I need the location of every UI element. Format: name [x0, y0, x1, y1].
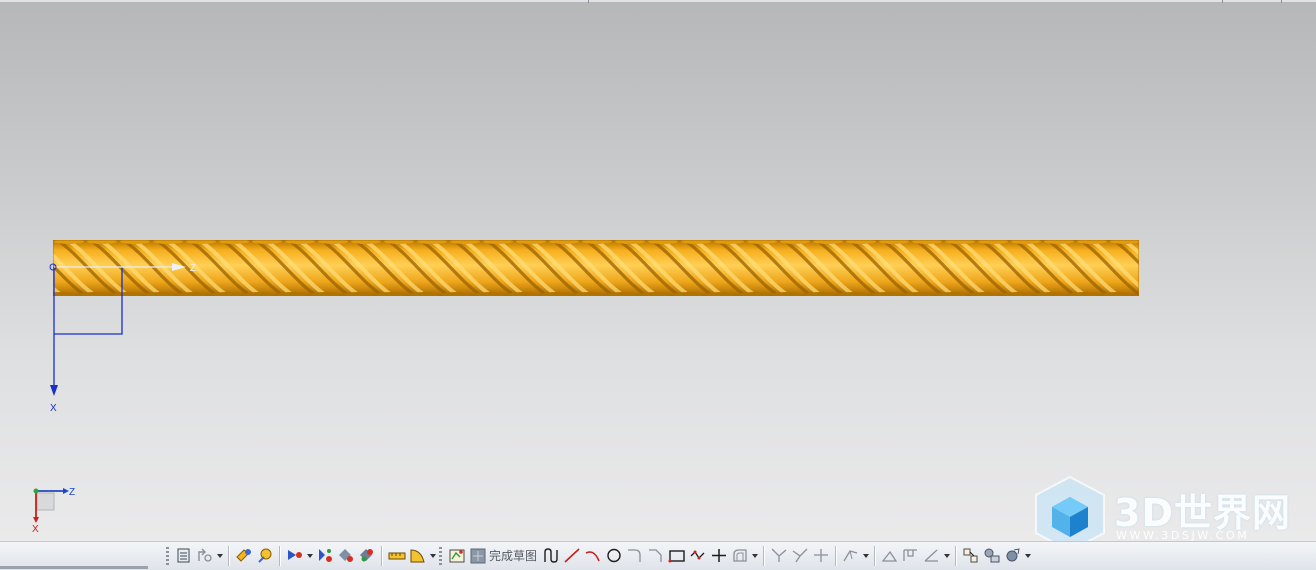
view-triad[interactable]: Z X — [28, 482, 88, 534]
quick-extend-icon[interactable] — [789, 545, 810, 567]
toolbar-grip[interactable] — [166, 546, 169, 565]
cube-logo-icon — [1035, 475, 1105, 541]
constraint-dropdown-icon[interactable] — [305, 545, 314, 567]
auto-constraint-icon[interactable] — [314, 545, 335, 567]
csys-z-label: Z — [190, 263, 196, 274]
show-constraints-icon[interactable] — [335, 545, 356, 567]
sketch-toolbar: 完成草图 — [0, 541, 1316, 570]
chamfer-icon[interactable] — [645, 545, 666, 567]
finish-sketch-label: 完成草图 — [489, 549, 538, 563]
reattach-icon[interactable] — [254, 545, 275, 567]
rectangle-icon[interactable] — [666, 545, 687, 567]
arc-icon[interactable] — [582, 545, 603, 567]
triad-z-label: Z — [69, 487, 75, 498]
analysis-icon[interactable] — [407, 545, 428, 567]
graphics-window[interactable]: Z X Z X 3D世界网 WWW.3DSJW.COM — [0, 0, 1316, 541]
analysis-dropdown-icon[interactable] — [428, 545, 437, 567]
watermark: 3D世界网 WWW.3DSJW.COM — [1030, 473, 1310, 541]
finish-sketch-button[interactable]: 完成草图 — [467, 545, 540, 567]
corner-icon[interactable] — [810, 545, 831, 567]
quick-trim-icon[interactable] — [768, 545, 789, 567]
circle-icon[interactable] — [603, 545, 624, 567]
sketch-options-dropdown-icon[interactable] — [215, 545, 224, 567]
point-icon[interactable] — [708, 545, 729, 567]
sketch-icon[interactable] — [446, 545, 467, 567]
polygon-icon[interactable] — [687, 545, 708, 567]
geometric-constraint-icon[interactable] — [981, 545, 1002, 567]
pattern-icon[interactable] — [900, 545, 921, 567]
twisted-wire-rope-model[interactable] — [53, 240, 1139, 296]
dimension-icon[interactable] — [960, 545, 981, 567]
sketch-coordinate-system: Z X — [49, 263, 196, 414]
finish-sketch-icon — [470, 548, 486, 563]
mirror-icon[interactable] — [879, 545, 900, 567]
measure-icon[interactable] — [386, 545, 407, 567]
offset-icon[interactable] — [729, 545, 750, 567]
make-corner-icon[interactable] — [840, 545, 861, 567]
sketch-settings-icon[interactable] — [194, 545, 215, 567]
animate-icon[interactable] — [1002, 545, 1023, 567]
constraint-icon[interactable] — [284, 545, 305, 567]
corner-dropdown-icon[interactable] — [861, 545, 870, 567]
sketch-orient-icon[interactable] — [173, 545, 194, 567]
watermark-url: WWW.3DSJW.COM — [1116, 529, 1250, 541]
derived-line-icon[interactable] — [921, 545, 942, 567]
triad-x-label: X — [32, 524, 39, 534]
snap-view-icon[interactable] — [233, 545, 254, 567]
show-constraints-all-icon[interactable] — [356, 545, 377, 567]
line-icon[interactable] — [561, 545, 582, 567]
fillet-icon[interactable] — [624, 545, 645, 567]
profile-icon[interactable] — [540, 545, 561, 567]
curve-dropdown-icon[interactable] — [750, 545, 759, 567]
window-top-border — [0, 0, 1316, 3]
derived-dropdown-icon[interactable] — [942, 545, 951, 567]
csys-x-label: X — [50, 403, 57, 414]
more-tools-dropdown-icon[interactable] — [1023, 545, 1032, 567]
